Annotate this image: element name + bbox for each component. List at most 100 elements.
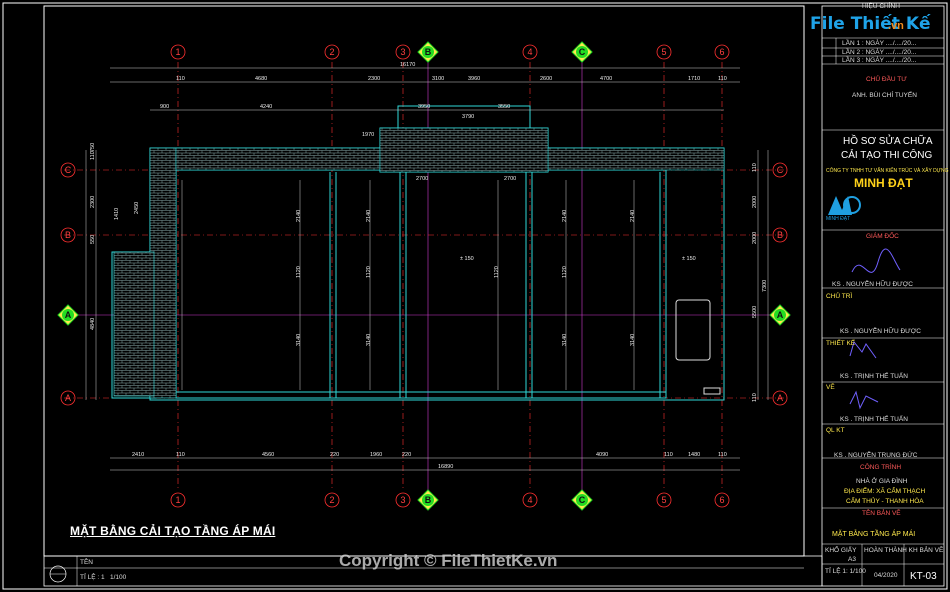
grid-label: 6 — [719, 495, 724, 505]
grid-bubble-top: B — [417, 41, 439, 63]
company-abbr: MINH ĐẠT — [826, 216, 851, 222]
dim-text-right: 5500 — [752, 306, 758, 318]
grid-label: C — [579, 47, 586, 57]
dim-text-right: 2000 — [752, 232, 758, 244]
room-dim-text: 1120 — [494, 266, 500, 278]
watermark: Copyright © FileThietKe.vn — [339, 551, 558, 570]
masonry-hatch — [113, 127, 725, 399]
dim-text-top: 2700 — [504, 176, 516, 182]
dim-text-top: 2300 — [368, 76, 380, 82]
dim-text-top: 110 — [176, 76, 185, 82]
dim-text-bottom: 220 — [330, 452, 339, 458]
sign-name: KS . TRỊNH THẾ TUẤN — [840, 416, 908, 423]
grid-label: 1 — [175, 495, 180, 505]
revision-title: HIỆU CHỈNH — [862, 3, 900, 10]
grid-label: 6 — [719, 47, 724, 57]
doc-type-line1: HỒ SƠ SỬA CHỮA — [843, 136, 933, 147]
grid-label: 3 — [400, 495, 405, 505]
dim-text-top: 4240 — [260, 104, 272, 110]
room-dim-text: 1120 — [296, 266, 302, 278]
grid-bubble-bottom: 2 — [324, 492, 340, 508]
company-name: MINH ĐẠT — [854, 176, 913, 190]
level-mark: ± 150 — [460, 256, 474, 262]
dim-text-bottom: 4090 — [596, 452, 608, 458]
room-dim-text: 3140 — [562, 334, 568, 346]
company-logo — [828, 196, 861, 215]
room-dim-text: 2140 — [630, 210, 636, 222]
sign-role: THIẾT KẾ — [826, 340, 856, 347]
site-logo: File Thiết Kế .vn — [810, 10, 944, 42]
dim-text-bottom: 4560 — [262, 452, 274, 458]
bottom-scale-value: 1/100 — [110, 574, 127, 581]
dim-text-top: 2700 — [416, 176, 428, 182]
grid-label: B — [425, 47, 432, 57]
grid-label: 5 — [661, 47, 666, 57]
logo-text: File Thiết Kế — [810, 14, 931, 34]
revision-row: LẦN 1 : NGÀY ..../..../20... — [842, 40, 917, 47]
date-label: HOÀN THÀNH KH BẢN VẼ — [864, 547, 944, 554]
grid-bubble-top: 5 — [656, 44, 672, 60]
doc-type-line2: CẢI TẠO THI CÔNG — [841, 150, 933, 161]
revision-row: LẦN 3 : NGÀY ..../..../20... — [842, 57, 917, 64]
grid-bubble-bottom: 6 — [714, 492, 730, 508]
dim-text-top: 1970 — [362, 132, 374, 138]
sign-name: KS . NGUYỄN HỮU ĐƯỢC — [832, 281, 913, 288]
dim-text-top: 3790 — [462, 114, 474, 120]
grid-bubble-right: A — [769, 304, 791, 326]
dim-text-left: 550 — [90, 235, 96, 244]
project-address2: CẨM THỦY - THANH HÓA — [846, 498, 924, 505]
dim-text-left: 2300 — [90, 196, 96, 208]
dim-text-right: 110 — [752, 163, 758, 172]
project-address: ĐỊA ĐIỂM: XÃ CẨM THẠCH — [844, 488, 926, 495]
dim-text-left: 750 — [90, 143, 96, 152]
scale-label: TỈ LỆ 1: 1/100 — [825, 568, 866, 575]
grid-bubble-top: C — [571, 41, 593, 63]
grid-label: B — [777, 230, 783, 240]
grid-label: 3 — [400, 47, 405, 57]
grid-bubble-bottom: B — [417, 489, 439, 511]
dim-text-top: 3960 — [468, 76, 480, 82]
dim-text-top: 3550 — [498, 104, 510, 110]
drawing-name-label: TÊN BẢN VẼ — [862, 510, 901, 517]
project-label: CÔNG TRÌNH — [860, 464, 902, 471]
grid-bubble-top: 4 — [522, 44, 538, 60]
grid-bubble-left: A — [57, 304, 79, 326]
dim-text-bottom: 16890 — [438, 464, 453, 470]
grid-bubble-top: 3 — [395, 44, 411, 60]
dim-text-top: 3100 — [432, 76, 444, 82]
grid-label: 2 — [329, 47, 334, 57]
grid-bubble-bottom: 5 — [656, 492, 672, 508]
sign-role: VẼ — [826, 384, 835, 391]
dim-text-top: 3950 — [418, 104, 430, 110]
dim-text-top: 2600 — [540, 76, 552, 82]
grid-bubble-bottom: 4 — [522, 492, 538, 508]
grid-label: C — [579, 495, 586, 505]
grid-bubble-bottom: 3 — [395, 492, 411, 508]
drawing-code: KT-03 — [910, 571, 937, 582]
sign-name: KS . NGUYỄN HỮU ĐƯỢC — [840, 328, 921, 335]
room-dim-text: 1120 — [366, 266, 372, 278]
dim-text-bottom: 1960 — [370, 452, 382, 458]
project-name: NHÀ Ở GIA ĐÌNH — [856, 478, 908, 485]
grid-bubble-left: B — [60, 227, 76, 243]
grid-label: C — [65, 165, 72, 175]
dim-text-top: 4700 — [600, 76, 612, 82]
dim-text-bottom: 2410 — [132, 452, 144, 458]
dim-text-bottom: 220 — [402, 452, 411, 458]
grid-bubble-top: 2 — [324, 44, 340, 60]
grid-label: A — [777, 310, 784, 320]
dim-text-right: 110 — [752, 393, 758, 402]
logo-domain: .vn — [888, 20, 904, 32]
bottom-scale: TỈ LỆ : 1 — [80, 574, 105, 581]
paper-size: A3 — [848, 556, 856, 563]
dim-text-bottom: 110 — [176, 452, 185, 458]
dim-text-right: 7300 — [762, 280, 768, 292]
sign-role: QL KT — [826, 427, 845, 434]
grid-label: 4 — [527, 495, 532, 505]
dim-text-left: 1410 — [114, 208, 120, 220]
sign-name: KS . TRỊNH THẾ TUẤN — [840, 373, 908, 380]
date-value: 04/2020 — [874, 572, 898, 579]
sign-name: KS . NGUYỄN TRUNG ĐỨC — [834, 452, 918, 459]
paper-size-label: KHỔ GIẤY — [825, 547, 857, 554]
grid-label: 2 — [329, 495, 334, 505]
